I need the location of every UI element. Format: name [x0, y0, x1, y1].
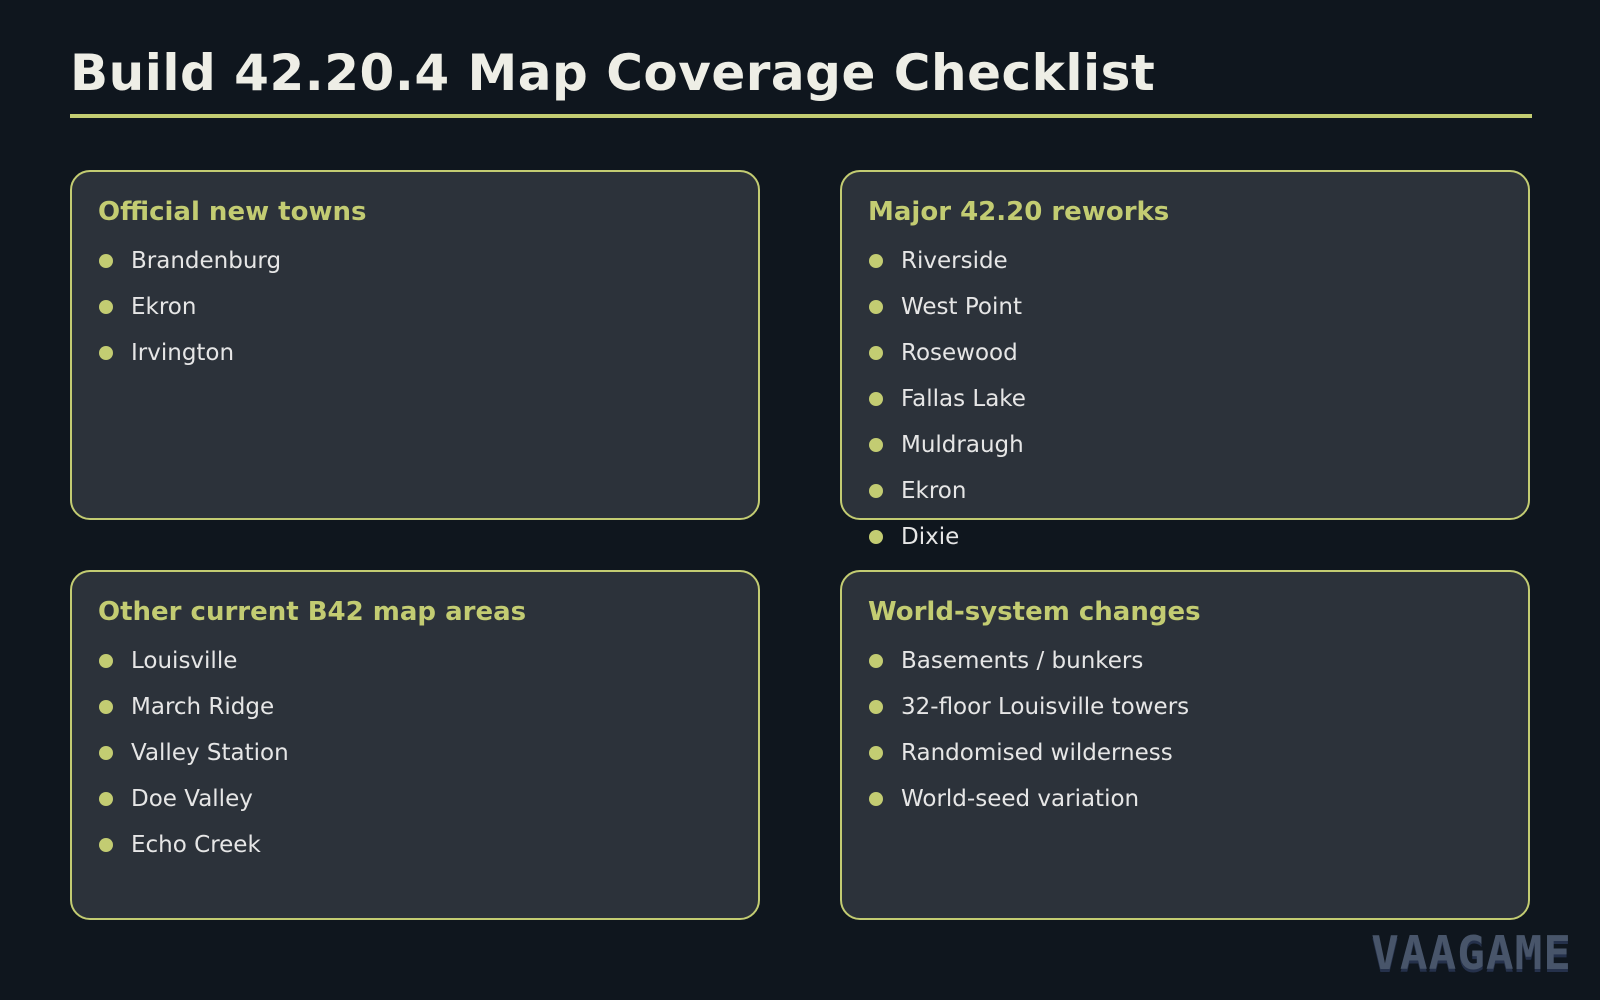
list-item: Rosewood: [869, 330, 1026, 376]
bullet-icon: [869, 484, 883, 498]
list-item-label: Dixie: [901, 524, 960, 550]
list-item-label: Fallas Lake: [901, 386, 1026, 412]
bullet-icon: [869, 530, 883, 544]
list-item: Dixie: [869, 514, 1026, 560]
list-item-label: Ekron: [901, 478, 967, 504]
card-heading: Major 42.20 reworks: [868, 197, 1170, 227]
item-list: Riverside West Point Rosewood Fallas Lake Mu…: [869, 238, 1026, 560]
item-list: Louisville March Ridge Valley Station Doe V…: [99, 638, 289, 868]
bullet-icon: [869, 438, 883, 452]
list-item: World-seed variation: [869, 776, 1189, 822]
bullet-icon: [99, 700, 113, 714]
list-item: Ekron: [869, 468, 1026, 514]
bullet-icon: [99, 654, 113, 668]
list-item-label: Rosewood: [901, 340, 1018, 366]
item-list: Brandenburg Ekron Irvington: [99, 238, 281, 376]
list-item: Brandenburg: [99, 238, 281, 284]
list-item: Irvington: [99, 330, 281, 376]
title-underline: [70, 114, 1532, 118]
bullet-icon: [99, 792, 113, 806]
card-heading: Official new towns: [98, 197, 367, 227]
list-item-label: March Ridge: [131, 694, 275, 720]
list-item-label: Doe Valley: [131, 786, 253, 812]
card-heading: Other current B42 map areas: [98, 597, 527, 627]
list-item: March Ridge: [99, 684, 289, 730]
card-world-system-changes: World-system changes Basements / bunkers…: [840, 570, 1530, 920]
page: Build 42.20.4 Map Coverage Checklist Off…: [0, 0, 1600, 1000]
list-item-label: Irvington: [131, 340, 235, 366]
card-other-map-areas: Other current B42 map areas Louisville Ma…: [70, 570, 760, 920]
list-item-label: Brandenburg: [131, 248, 282, 274]
list-item: Louisville: [99, 638, 289, 684]
bullet-icon: [869, 792, 883, 806]
bullet-icon: [869, 346, 883, 360]
list-item-label: World-seed variation: [901, 786, 1140, 812]
bullet-icon: [869, 746, 883, 760]
bullet-icon: [869, 254, 883, 268]
list-item-label: Ekron: [131, 294, 197, 320]
list-item-label: Riverside: [901, 248, 1008, 274]
item-list: Basements / bunkers 32-floor Louisville t…: [869, 638, 1189, 822]
list-item-label: West Point: [901, 294, 1022, 320]
card-official-new-towns: Official new towns Brandenburg Ekron Irvin…: [70, 170, 760, 520]
bullet-icon: [869, 700, 883, 714]
list-item: Ekron: [99, 284, 281, 330]
list-item: Doe Valley: [99, 776, 289, 822]
list-item: Valley Station: [99, 730, 289, 776]
list-item: West Point: [869, 284, 1026, 330]
bullet-icon: [99, 746, 113, 760]
list-item: 32-floor Louisville towers: [869, 684, 1189, 730]
list-item-label: Valley Station: [131, 740, 289, 766]
list-item: Muldraugh: [869, 422, 1026, 468]
bullet-icon: [869, 300, 883, 314]
list-item-label: Basements / bunkers: [901, 648, 1144, 674]
list-item-label: 32-floor Louisville towers: [901, 694, 1190, 720]
list-item: Fallas Lake: [869, 376, 1026, 422]
bullet-icon: [99, 346, 113, 360]
list-item: Basements / bunkers: [869, 638, 1189, 684]
card-heading: World-system changes: [868, 597, 1201, 627]
watermark-logo: VAAGAME: [1371, 926, 1572, 980]
card-major-reworks: Major 42.20 reworks Riverside West Point R…: [840, 170, 1530, 550]
list-item: Randomised wilderness: [869, 730, 1189, 776]
bullet-icon: [99, 254, 113, 268]
list-item-label: Echo Creek: [131, 832, 261, 858]
list-item-label: Louisville: [131, 648, 238, 674]
list-item: Riverside: [869, 238, 1026, 284]
list-item-label: Randomised wilderness: [901, 740, 1173, 766]
bullet-icon: [869, 654, 883, 668]
bullet-icon: [99, 838, 113, 852]
page-title: Build 42.20.4 Map Coverage Checklist: [70, 44, 1156, 102]
list-item: Echo Creek: [99, 822, 289, 868]
bullet-icon: [869, 392, 883, 406]
bullet-icon: [99, 300, 113, 314]
list-item-label: Muldraugh: [901, 432, 1024, 458]
